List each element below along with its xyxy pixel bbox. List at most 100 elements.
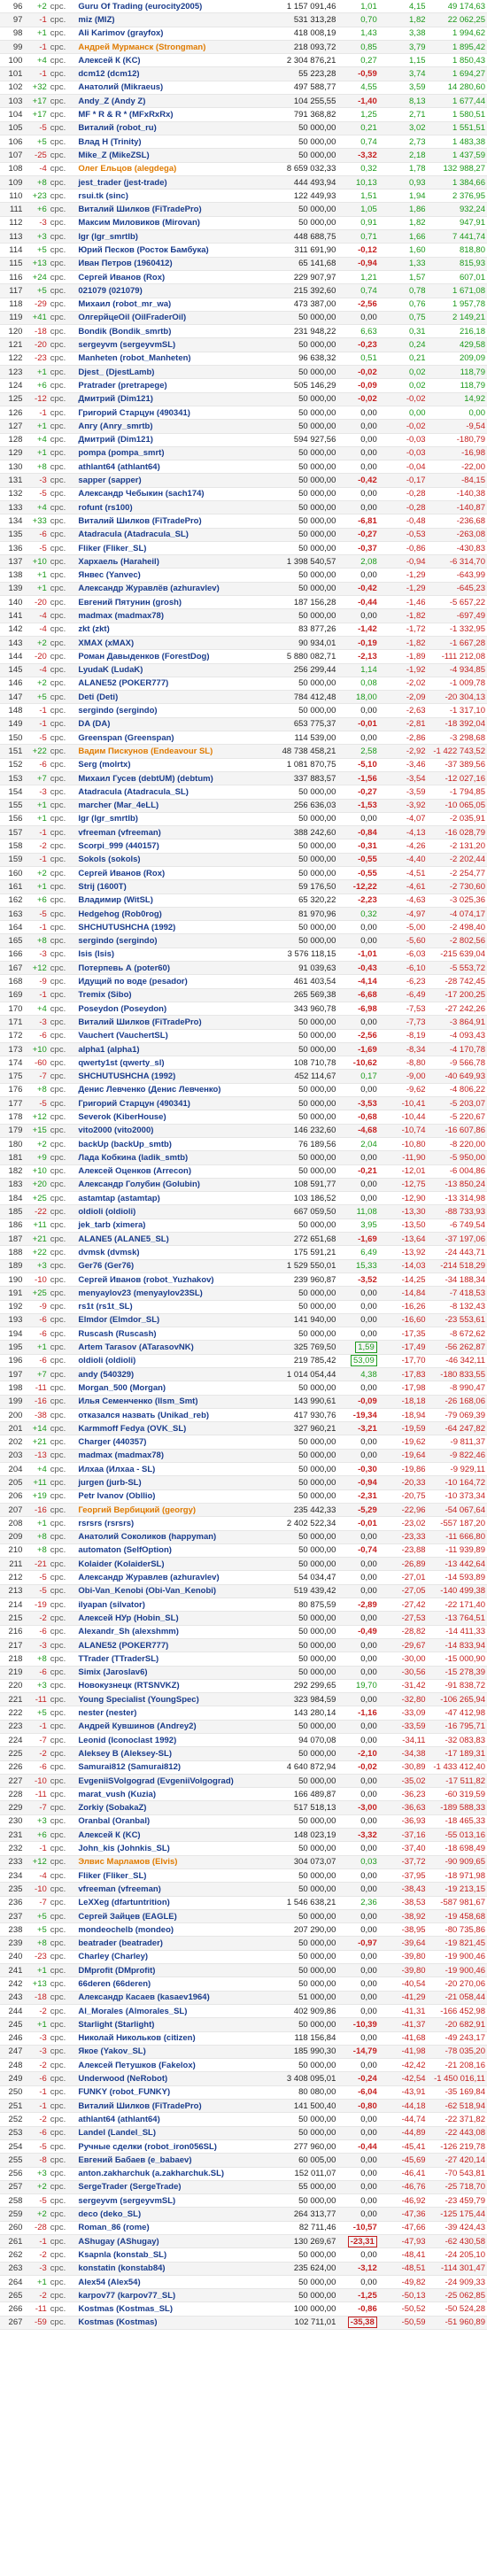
table-row[interactable]: 233 +12 срс. Элвис Марламов (Elvis) 304 073,… [0, 1855, 487, 1869]
trader-name[interactable]: Илхаа (Илхаа - SL) [76, 1462, 267, 1477]
trader-name[interactable]: Simix (Jaroslav6) [76, 1666, 267, 1680]
trader-name[interactable]: qwerty1st (qwerty_sl) [76, 1056, 267, 1071]
trader-name[interactable]: Manheten (robot_Manheten) [76, 352, 267, 367]
trader-name[interactable]: Новокузнецк (RTSNVKZ) [76, 1679, 267, 1694]
trader-name[interactable]: Sokols (sokols) [76, 853, 267, 868]
table-row[interactable]: 199 -16 срс. Илья Семенченко (Ilsm_Smt) 143 … [0, 1395, 487, 1409]
trader-name[interactable]: ilyapan (silvator) [76, 1597, 267, 1613]
trader-name[interactable]: sergindo (sergindo) [76, 933, 267, 948]
table-row[interactable]: 196 -6 срс. oldioli (oldioli) 219 785,42 53,0… [0, 1354, 487, 1368]
table-row[interactable]: 134 +33 срс. Виталий Шилков (FiTradePro) 50 … [0, 514, 487, 529]
table-row[interactable]: 247 -3 срс. Якое (Yakov_SL) 185 990,30 -14,79… [0, 2045, 487, 2060]
table-row[interactable]: 194 -6 срс. Ruscash (Ruscash) 50 000,00 0,00-… [0, 1327, 487, 1342]
trader-name[interactable]: Vauchert (VauchertSL) [76, 1029, 267, 1043]
trader-name[interactable]: TTrader (TTraderSL) [76, 1652, 267, 1667]
table-row[interactable]: 258 -5 срс. sergeyvm (sergeyvmSL) 50 000,00 0… [0, 2193, 487, 2209]
trader-name[interactable]: Потерпевь А (poter60) [76, 961, 267, 976]
trader-name[interactable]: Fliker (Fliker_SL) [76, 541, 267, 556]
trader-name[interactable]: Илья Семенченко (Ilsm_Smt) [76, 1395, 267, 1409]
trader-name[interactable]: Severok (KiberHouse) [76, 1110, 267, 1125]
trader-name[interactable]: lgr (lgr_smrtlb) [76, 229, 267, 244]
trader-name[interactable]: miz (MIZ) [76, 12, 267, 27]
trader-name[interactable]: ОлгерйцеOil (OilFraderOil) [76, 311, 267, 326]
table-row[interactable]: 101 -1 срс. dcm12 (dcm12) 55 223,28 -0,59 3,74… [0, 66, 487, 81]
table-row[interactable]: 133 +4 срс. rofunt (rs100) 50 000,00 0,00 -0,2… [0, 500, 487, 515]
table-row[interactable]: 205 +11 срс. jurgen (jurb-SL) 50 000,00 -0,94… [0, 1475, 487, 1490]
table-row[interactable]: 257 +2 срс. SergeTrader (SergeTrade) 55 000,… [0, 2180, 487, 2195]
table-row[interactable]: 111 +6 срс. Виталий Шилков (FiTradePro) 50 0… [0, 202, 487, 217]
table-row[interactable]: 201 +14 срс. Karmmoff Fedya (OVK_SL) 327 960… [0, 1421, 487, 1436]
trader-name[interactable]: Александр Касаев (kasaev1964) [76, 1991, 267, 2005]
table-row[interactable]: 174 -60 срс. qwerty1st (qwerty_sl) 108 710,7… [0, 1056, 487, 1071]
trader-name[interactable]: Михаил Гусев (debtUM) (debtum) [76, 771, 267, 786]
table-row[interactable]: 212 -5 срс. Александр Журавлев (azhuravlev)… [0, 1570, 487, 1585]
table-row[interactable]: 146 +2 срс. ALANE52 (POKER777) 50 000,00 0,08… [0, 677, 487, 692]
trader-name[interactable]: Дмитрий (Dim121) [76, 433, 267, 447]
trader-name[interactable]: Георгий Вербицкий (georgy) [76, 1503, 267, 1518]
table-row[interactable]: 215 -2 срс. Алексей НУр (Hobin_SL) 50 000,00… [0, 1611, 487, 1626]
table-row[interactable]: 189 +3 срс. Ger76 (Ger76) 1 529 550,01 15,33-… [0, 1259, 487, 1273]
table-row[interactable]: 225 -2 срс. Aleksey B (Aleksey-SL) 50 000,00… [0, 1746, 487, 1761]
trader-name[interactable]: Elmdor (Elmdor_SL) [76, 1313, 267, 1328]
table-row[interactable]: 242 +13 срс. 66deren (66deren) 50 000,00 0,00… [0, 1976, 487, 1992]
trader-name[interactable]: Виталий Шилков (FiTradePro) [76, 202, 267, 217]
table-row[interactable]: 109 +8 срс. jest_trader (jest-trade) 444 493… [0, 175, 487, 190]
trader-name[interactable]: Григорий Старцун (490341) [76, 1096, 267, 1111]
trader-name[interactable]: Kostmas (Kostmas_SL) [76, 2301, 267, 2317]
trader-name[interactable]: vfreeman (vfreeman) [76, 1882, 267, 1897]
trader-name[interactable]: Сергей Иванов (Rox) [76, 270, 267, 285]
table-row[interactable]: 255 -8 срс. Евгений Бабаев (e_babaev) 60 005… [0, 2153, 487, 2168]
trader-name[interactable]: jest_trader (jest-trade) [76, 175, 267, 190]
trader-name[interactable]: Евгений Пятунин (grosh) [76, 595, 267, 610]
trader-name[interactable]: deco (deko_SL) [76, 2207, 267, 2222]
trader-name[interactable]: отказался назвать (Unikad_reb) [76, 1408, 267, 1423]
trader-name[interactable]: Идущий по воде (pesador) [76, 974, 267, 989]
table-row[interactable]: 155 +1 срс. marcher (Mar_4eLL) 256 636,03 -1,… [0, 799, 487, 813]
trader-name[interactable]: SHCHUTUSHCHA (1992) [76, 1069, 267, 1084]
table-row[interactable]: 240 -23 срс. Charley (Charley) 50 000,00 0,00… [0, 1950, 487, 1965]
trader-name[interactable]: Ger76 (Ger76) [76, 1259, 267, 1273]
table-row[interactable]: 167 +12 срс. Потерпевь А (poter60) 91 039,63… [0, 961, 487, 976]
table-row[interactable]: 126 -1 срс. Григорий Старцун (490341) 50 000… [0, 406, 487, 421]
table-row[interactable]: 105 -5 срс. Виталий (robot_ru) 50 000,00 0,21… [0, 121, 487, 135]
trader-name[interactable]: Serg (molrtx) [76, 758, 267, 772]
table-row[interactable]: 232 -1 срс. John_kis (Johnkis_SL) 50 000,00 0… [0, 1841, 487, 1856]
trader-name[interactable]: Isis (Isis) [76, 948, 267, 963]
trader-name[interactable]: Aleksey B (Aleksey-SL) [76, 1746, 267, 1761]
trader-name[interactable]: Михаил (robot_mr_wa) [76, 298, 267, 312]
trader-name[interactable]: Александр Чебыкин (sach174) [76, 487, 267, 501]
trader-name[interactable]: Oranbal (Oranbal) [76, 1814, 267, 1830]
table-row[interactable]: 176 +8 срс. Денис Левченко (Денис Левченко)… [0, 1083, 487, 1098]
table-row[interactable]: 152 -6 срс. Serg (molrtx) 1 081 870,75 -5,10-… [0, 758, 487, 772]
trader-name[interactable]: Starlight (Starlight) [76, 2017, 267, 2032]
trader-name[interactable]: dvmsk (dvmsk) [76, 1245, 267, 1260]
trader-name[interactable]: automaton (SelfOption) [76, 1543, 267, 1559]
trader-name[interactable]: sergeyvm (sergeyvmSL) [76, 337, 267, 352]
table-row[interactable]: 181 +9 срс. Лада Кобкина (ladik_smtb) 50 000… [0, 1150, 487, 1165]
table-row[interactable]: 150 -5 срс. Greenspan (Greenspan) 114 539,00… [0, 731, 487, 746]
trader-name[interactable]: karpov77 (karpov77_SL) [76, 2288, 267, 2303]
trader-name[interactable]: Алексей Оценков (Arrecon) [76, 1164, 267, 1179]
table-row[interactable]: 211 -21 срс. Kolaider (KolaiderSL) 50 000,00… [0, 1557, 487, 1572]
table-row[interactable]: 248 -2 срс. Алексей Петушков (Fakelox) 50 00… [0, 2058, 487, 2073]
table-row[interactable]: 97 -1 срс. miz (MIZ) 531 313,28 0,70 1,82 22 06… [0, 12, 487, 27]
table-row[interactable]: 190 -10 срс. Сергей Иванов (robot_Yuzhakov)… [0, 1273, 487, 1288]
trader-name[interactable]: Landel (Landel_SL) [76, 2126, 267, 2140]
trader-name[interactable]: Александр Журавлёв (azhuravlev) [76, 582, 267, 597]
trader-name[interactable]: Atadracula (Atadracula_SL) [76, 785, 267, 800]
table-row[interactable]: 143 +2 срс. XMAX (xMAX) 90 934,01 -0,19 -1,82-… [0, 636, 487, 651]
trader-name[interactable]: Leonid (Iconoclast 1992) [76, 1733, 267, 1748]
table-row[interactable]: 141 -4 срс. madmax (madmax78) 50 000,00 0,00-… [0, 608, 487, 623]
trader-name[interactable]: Mike_Z (MikeZSL) [76, 148, 267, 163]
table-row[interactable]: 103 +17 срс. Andy_Z (Andy Z) 104 255,55 -1,40… [0, 94, 487, 109]
trader-name[interactable]: Scorpi_999 (440157) [76, 839, 267, 854]
table-row[interactable]: 159 -1 срс. Sokols (sokols) 50 000,00 -0,55 -4… [0, 853, 487, 868]
trader-name[interactable]: ALANE5 (ALANE5_SL) [76, 1232, 267, 1247]
trader-name[interactable]: Максим Миловиков (Mirovan) [76, 216, 267, 231]
trader-name[interactable]: Bondik (Bondik_smrtb) [76, 324, 267, 339]
trader-name[interactable]: Андрей Мурманск (Strongman) [76, 40, 267, 55]
trader-name[interactable]: astamtap (astamtap) [76, 1191, 267, 1206]
table-row[interactable]: 171 -3 срс. Виталий Шилков (FiTradePro) 50 0… [0, 1015, 487, 1030]
trader-name[interactable]: Karmmoff Fedya (OVK_SL) [76, 1421, 267, 1436]
table-row[interactable]: 99 -1 срс. Андрей Мурманск (Strongman) 218 0… [0, 40, 487, 55]
